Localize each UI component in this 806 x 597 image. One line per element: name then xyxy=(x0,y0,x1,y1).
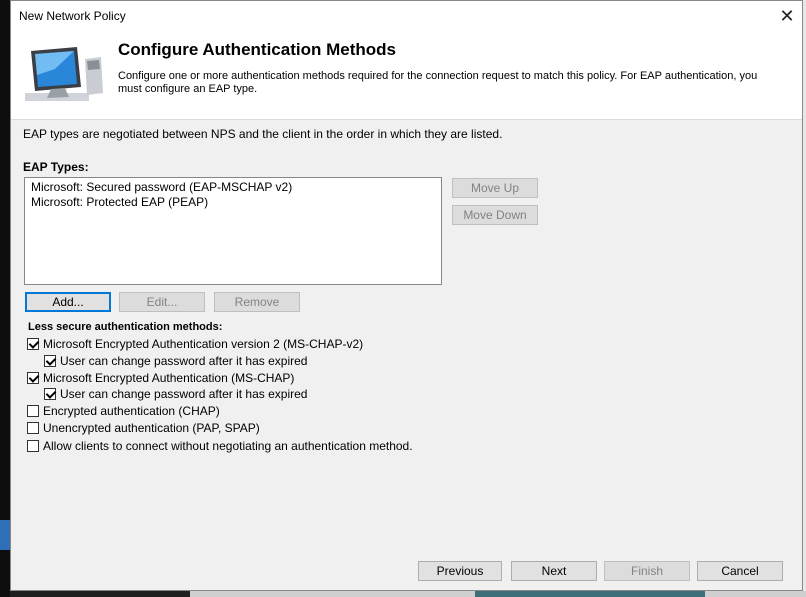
no-auth-negotiation-option[interactable]: Allow clients to connect without negotia… xyxy=(27,439,413,453)
desktop-icon-fragment xyxy=(0,520,10,550)
page-description: Configure one or more authentication met… xyxy=(118,70,758,95)
list-item[interactable]: Microsoft: Protected EAP (PEAP) xyxy=(31,195,435,210)
option-label: Allow clients to connect without negotia… xyxy=(43,439,413,453)
next-button[interactable]: Next xyxy=(511,561,597,581)
option-label: Microsoft Encrypted Authentication (MS-C… xyxy=(43,371,295,385)
computer-monitor-icon xyxy=(25,47,103,101)
less-secure-methods-label: Less secure authentication methods: xyxy=(28,321,223,333)
mschap-option[interactable]: Microsoft Encrypted Authentication (MS-C… xyxy=(27,371,294,385)
mschapv2-checkbox[interactable] xyxy=(27,338,39,350)
mschapv2-password-change-checkbox[interactable] xyxy=(44,355,56,367)
option-label: Unencrypted authentication (PAP, SPAP) xyxy=(43,421,260,435)
desktop-taskbar-fragment xyxy=(190,591,806,597)
desktop-background-left xyxy=(0,0,10,597)
list-item[interactable]: Microsoft: Secured password (EAP-MSCHAP … xyxy=(31,180,435,195)
mschap-password-change-option[interactable]: User can change password after it has ex… xyxy=(44,387,307,401)
previous-button[interactable]: Previous xyxy=(418,561,502,581)
close-icon: ✕ xyxy=(779,5,795,27)
option-label: Microsoft Encrypted Authentication versi… xyxy=(43,337,364,351)
option-label: Encrypted authentication (CHAP) xyxy=(43,404,220,418)
eap-types-label: EAP Types: xyxy=(23,160,89,174)
cancel-button[interactable]: Cancel xyxy=(697,561,783,581)
pap-spap-option[interactable]: Unencrypted authentication (PAP, SPAP) xyxy=(27,421,260,435)
title-bar: New Network Policy ✕ xyxy=(11,1,802,31)
edit-button[interactable]: Edit... xyxy=(119,292,205,312)
move-down-button[interactable]: Move Down xyxy=(452,205,538,225)
mschapv2-option[interactable]: Microsoft Encrypted Authentication versi… xyxy=(27,337,363,351)
mschap-checkbox[interactable] xyxy=(27,372,39,384)
pap-spap-checkbox[interactable] xyxy=(27,422,39,434)
option-label: User can change password after it has ex… xyxy=(60,354,308,368)
mschap-password-change-checkbox[interactable] xyxy=(44,388,56,400)
window-title: New Network Policy xyxy=(19,9,126,23)
option-label: User can change password after it has ex… xyxy=(60,387,308,401)
page-title: Configure Authentication Methods xyxy=(118,40,396,59)
eap-intro-text: EAP types are negotiated between NPS and… xyxy=(23,127,503,141)
new-network-policy-dialog: New Network Policy ✕ Configure Authentic… xyxy=(10,0,803,591)
add-button[interactable]: Add... xyxy=(25,292,111,312)
mschapv2-password-change-option[interactable]: User can change password after it has ex… xyxy=(44,354,307,368)
wizard-header: Configure Authentication Methods Configu… xyxy=(11,31,802,120)
close-button[interactable]: ✕ xyxy=(772,1,802,31)
chap-option[interactable]: Encrypted authentication (CHAP) xyxy=(27,404,220,418)
eap-types-list[interactable]: Microsoft: Secured password (EAP-MSCHAP … xyxy=(24,177,442,285)
remove-button[interactable]: Remove xyxy=(214,292,300,312)
no-auth-negotiation-checkbox[interactable] xyxy=(27,440,39,452)
finish-button[interactable]: Finish xyxy=(604,561,690,581)
chap-checkbox[interactable] xyxy=(27,405,39,417)
move-up-button[interactable]: Move Up xyxy=(452,178,538,198)
